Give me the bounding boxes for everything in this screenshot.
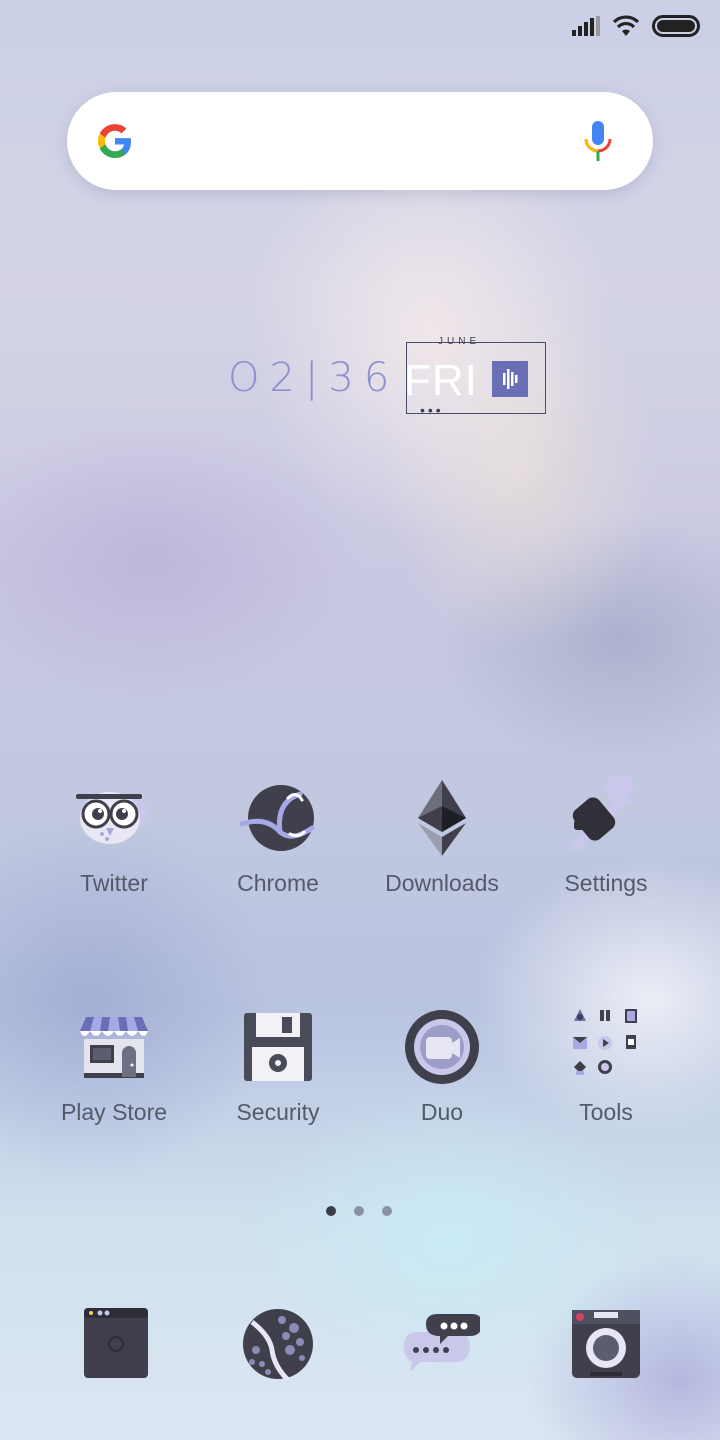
app-label: Chrome bbox=[237, 870, 319, 896]
app-security[interactable]: Security bbox=[198, 1005, 358, 1126]
clock-day: FRI bbox=[404, 356, 478, 405]
app-label: Settings bbox=[564, 870, 648, 896]
app-twitter[interactable]: Twitter bbox=[34, 776, 194, 897]
app-settings[interactable]: Settings bbox=[526, 776, 686, 897]
app-label: Twitter bbox=[80, 870, 148, 896]
wifi-icon bbox=[612, 15, 640, 36]
store-icon bbox=[80, 1017, 148, 1078]
google-search-bar[interactable] bbox=[67, 92, 653, 190]
chrome-icon bbox=[239, 785, 315, 851]
floppy-icon bbox=[244, 1013, 312, 1081]
camera-icon[interactable] bbox=[566, 1306, 646, 1386]
page-indicator[interactable] bbox=[326, 1206, 392, 1216]
app-downloads[interactable]: Downloads bbox=[362, 776, 522, 897]
app-duo[interactable]: Duo bbox=[362, 1005, 522, 1126]
page-dot-1[interactable] bbox=[326, 1206, 336, 1216]
google-logo-icon bbox=[98, 124, 131, 158]
page-dot-3[interactable] bbox=[382, 1206, 392, 1216]
ethereum-icon bbox=[418, 780, 466, 856]
app-play-store[interactable]: Play Store bbox=[34, 1005, 194, 1126]
app-label: Duo bbox=[420, 1099, 464, 1125]
app-label: Downloads bbox=[385, 870, 499, 896]
phone-icon[interactable] bbox=[76, 1306, 156, 1386]
app-tools-folder[interactable]: Tools bbox=[526, 1005, 686, 1126]
app-label: Security bbox=[236, 1099, 320, 1125]
battery-icon bbox=[652, 15, 700, 37]
messages-icon[interactable] bbox=[400, 1306, 480, 1386]
map-icon[interactable] bbox=[238, 1306, 318, 1386]
folder-grid-icon bbox=[573, 1009, 637, 1075]
video-camera-icon bbox=[405, 1010, 479, 1084]
clock-dots: ••• bbox=[420, 402, 444, 418]
app-label: Tools bbox=[579, 1099, 633, 1125]
signal-icon bbox=[572, 16, 600, 36]
wrench-icon bbox=[571, 776, 640, 851]
page-dot-2[interactable] bbox=[354, 1206, 364, 1216]
mic-icon[interactable] bbox=[583, 120, 613, 162]
app-chrome[interactable]: Chrome bbox=[198, 776, 358, 897]
owl-icon bbox=[76, 792, 148, 844]
status-bar bbox=[572, 12, 700, 40]
app-label: Play Store bbox=[60, 1099, 168, 1125]
clock-month: JUNE bbox=[438, 336, 481, 347]
clock-time: O2|36 bbox=[228, 355, 400, 401]
sound-wave-icon bbox=[492, 361, 528, 397]
